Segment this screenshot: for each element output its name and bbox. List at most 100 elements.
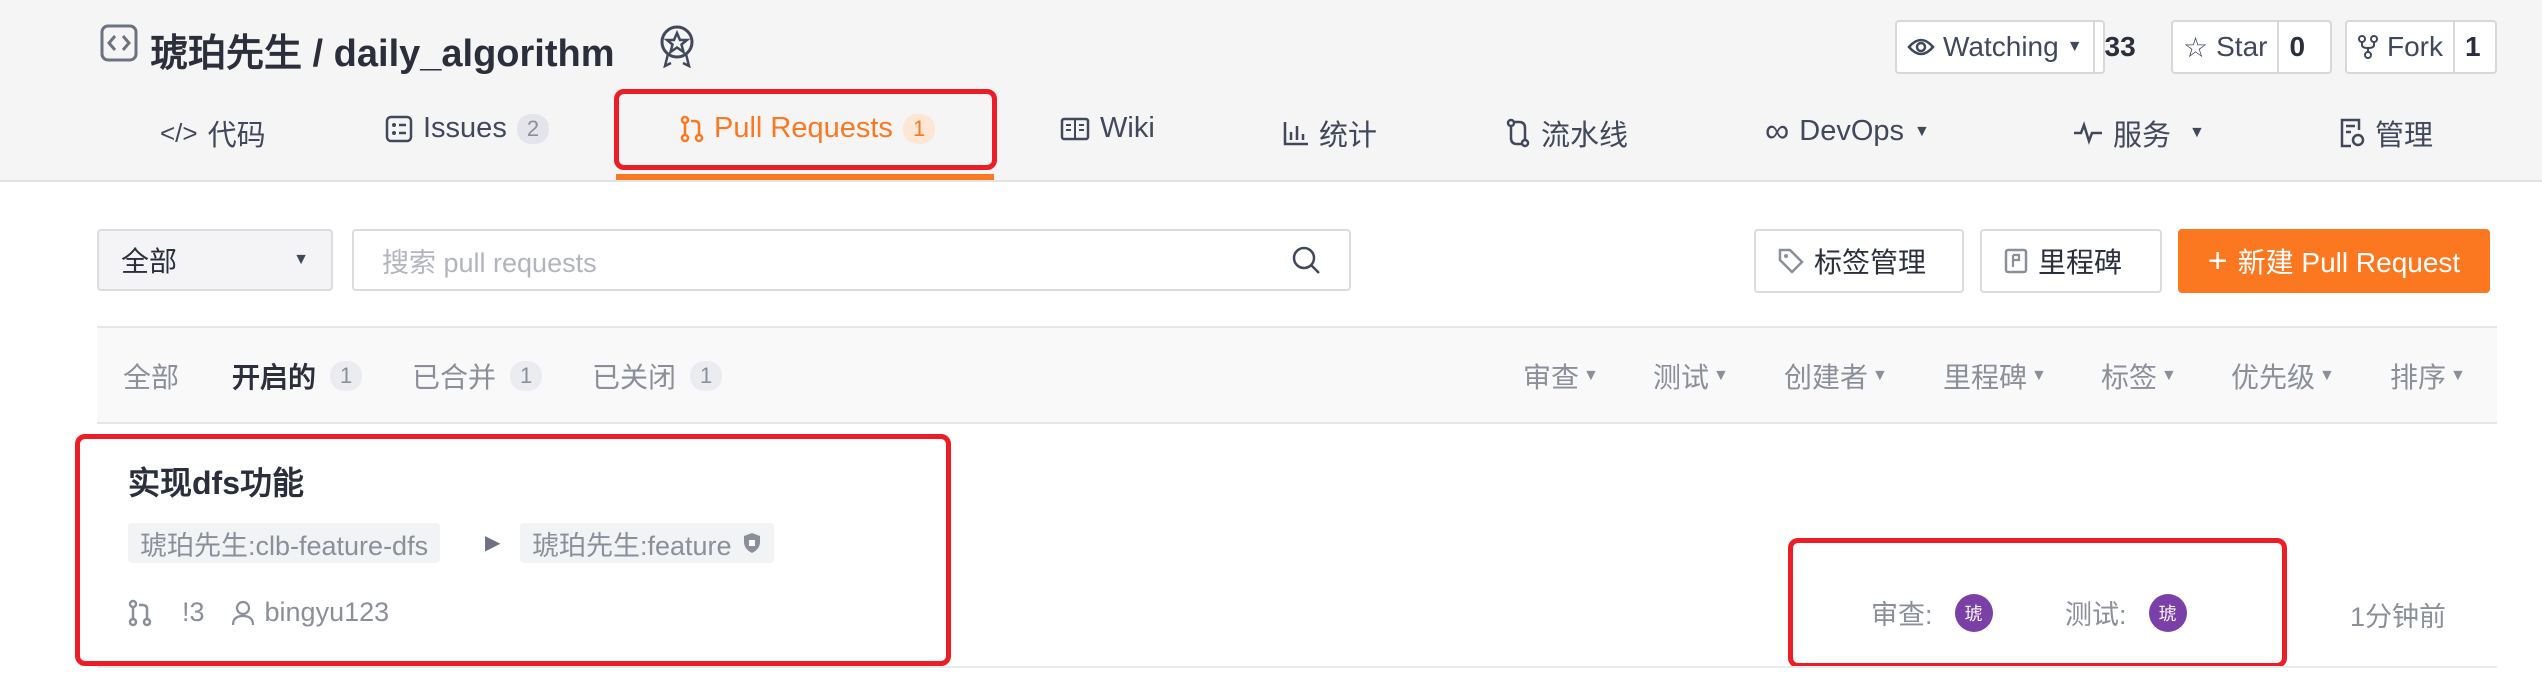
chevron-down-icon: ▼ — [1583, 367, 1599, 384]
chevron-down-icon: ▼ — [2189, 124, 2205, 141]
chevron-down-icon: ▼ — [2450, 367, 2466, 384]
issues-icon — [385, 115, 413, 143]
watch-button[interactable]: Watching ▼ — [1897, 22, 2093, 72]
filter-priority-label: 优先级 — [2231, 362, 2316, 393]
filter-label-label: 标签 — [2101, 362, 2158, 393]
tab-devops[interactable]: ∞ DevOps ▼ — [1765, 112, 1930, 151]
filter-review-label: 审查 — [1523, 362, 1580, 393]
bar-chart-icon — [1283, 120, 1309, 146]
tab-manage-label: 管理 — [2375, 120, 2434, 152]
star-count[interactable]: 0 — [2277, 22, 2315, 72]
tab-devops-label: DevOps — [1799, 115, 1905, 147]
filter-closed-label: 已关闭 — [592, 362, 677, 393]
star-button-group[interactable]: ☆ Star 0 — [2171, 20, 2332, 74]
filter-open-label: 开启的 — [232, 362, 317, 393]
tab-code[interactable]: </> 代码 — [160, 112, 266, 154]
chevron-down-icon: ▼ — [1914, 122, 1930, 140]
highlight-box-tab — [614, 89, 997, 170]
tag-icon — [1778, 248, 1804, 274]
filter-all[interactable]: 全部 — [123, 356, 179, 396]
watch-count[interactable]: 33 — [2092, 22, 2146, 72]
chevron-down-icon: ▼ — [1872, 367, 1888, 384]
search-input[interactable]: 搜索 pull requests — [352, 229, 1351, 291]
pulse-icon — [2073, 121, 2103, 145]
chevron-down-icon: ▼ — [2161, 367, 2177, 384]
filter-label-dropdown[interactable]: 标签 ▼ — [2101, 356, 2177, 396]
label-manage-label: 标签管理 — [1814, 247, 1927, 278]
tab-wiki[interactable]: Wiki — [1060, 112, 1155, 145]
highlight-box-assignees — [1788, 538, 2287, 668]
repo-code-icon — [100, 24, 138, 62]
filter-sort-label: 排序 — [2390, 362, 2447, 393]
tab-wiki-label: Wiki — [1100, 112, 1155, 144]
eye-icon — [1907, 37, 1935, 57]
filter-merged-label: 已合并 — [412, 362, 497, 393]
milestone-icon — [2004, 248, 2028, 274]
new-pull-request-button[interactable]: + 新建 Pull Request — [2178, 229, 2490, 293]
filter-merged[interactable]: 已合并 1 — [412, 356, 543, 396]
star-icon: ☆ — [2183, 31, 2209, 63]
filter-creator-label: 创建者 — [1784, 362, 1869, 393]
chevron-down-icon: ▼ — [2066, 38, 2083, 55]
tab-active-underline — [616, 174, 994, 180]
star-button[interactable]: ☆ Star — [2173, 22, 2277, 72]
chevron-down-icon: ▼ — [2031, 367, 2047, 384]
fork-count[interactable]: 1 — [2453, 22, 2491, 72]
fork-button-group[interactable]: Fork 1 — [2345, 20, 2497, 74]
new-pull-request-label: 新建 Pull Request — [2237, 247, 2461, 278]
filter-open-count: 1 — [330, 361, 363, 391]
repo-title[interactable]: 琥珀先生 / daily_algorithm — [150, 22, 615, 77]
infinity-icon: ∞ — [1765, 112, 1790, 150]
search-icon[interactable] — [1291, 245, 1321, 275]
filter-review-dropdown[interactable]: 审查 ▼ — [1523, 356, 1599, 396]
tab-services[interactable]: 服务 ▼ — [2073, 112, 2205, 154]
pipeline-icon — [1505, 118, 1531, 148]
badge-award-icon[interactable] — [656, 24, 698, 68]
pr-time: 1分钟前 — [2350, 602, 2447, 632]
highlight-box-pr — [75, 434, 951, 666]
row-divider — [97, 666, 2497, 668]
filter-creator-dropdown[interactable]: 创建者 ▼ — [1784, 356, 1888, 396]
filter-merged-count: 1 — [510, 361, 543, 391]
tab-issues[interactable]: Issues 2 — [385, 112, 550, 145]
label-manage-button[interactable]: 标签管理 — [1754, 229, 1964, 293]
filter-test-label: 测试 — [1653, 362, 1710, 393]
tab-services-label: 服务 — [2113, 120, 2172, 152]
milestone-label: 里程碑 — [2038, 247, 2123, 278]
chevron-down-icon: ▼ — [2319, 367, 2335, 384]
repo-header: 琥珀先生 / daily_algorithm Watching ▼ 33 ☆ S… — [0, 0, 2542, 182]
tab-pipeline-label: 流水线 — [1541, 120, 1629, 152]
fork-label: Fork — [2387, 31, 2443, 62]
search-placeholder: 搜索 pull requests — [382, 247, 597, 278]
tab-code-label: 代码 — [207, 120, 266, 152]
fork-icon — [2357, 34, 2379, 60]
issues-count-badge: 2 — [516, 113, 550, 144]
filter-milestone-label: 里程碑 — [1943, 362, 2028, 393]
code-icon: </> — [160, 117, 198, 148]
filter-milestone-dropdown[interactable]: 里程碑 ▼ — [1943, 356, 2047, 396]
settings-doc-icon — [2339, 118, 2365, 148]
pr-updated-time: 1分钟前 — [2350, 595, 2446, 634]
filter-priority-dropdown[interactable]: 优先级 ▼ — [2231, 356, 2335, 396]
milestone-button[interactable]: 里程碑 — [1980, 229, 2162, 293]
filter-all-label: 全部 — [123, 362, 180, 393]
fork-button[interactable]: Fork — [2347, 22, 2453, 72]
tab-issues-label: Issues — [423, 112, 507, 144]
filter-test-dropdown[interactable]: 测试 ▼ — [1653, 356, 1729, 396]
state-select[interactable]: 全部 ▼ — [97, 229, 333, 291]
filter-closed-count: 1 — [690, 361, 723, 391]
filter-open[interactable]: 开启的 1 — [232, 356, 363, 396]
tab-stats[interactable]: 统计 — [1283, 112, 1377, 154]
wiki-icon — [1060, 117, 1090, 141]
plus-icon: + — [2207, 241, 2228, 280]
chevron-down-icon: ▼ — [1713, 367, 1729, 384]
chevron-down-icon: ▼ — [293, 251, 309, 268]
filter-closed[interactable]: 已关闭 1 — [592, 356, 723, 396]
watch-label: Watching — [1943, 31, 2059, 62]
state-select-value: 全部 — [121, 246, 178, 277]
filter-sort-dropdown[interactable]: 排序 ▼ — [2390, 356, 2466, 396]
tab-manage[interactable]: 管理 — [2339, 112, 2433, 154]
watch-button-group[interactable]: Watching ▼ 33 — [1895, 20, 2136, 74]
tab-pipeline[interactable]: 流水线 — [1505, 112, 1628, 154]
star-label: Star — [2216, 31, 2268, 62]
